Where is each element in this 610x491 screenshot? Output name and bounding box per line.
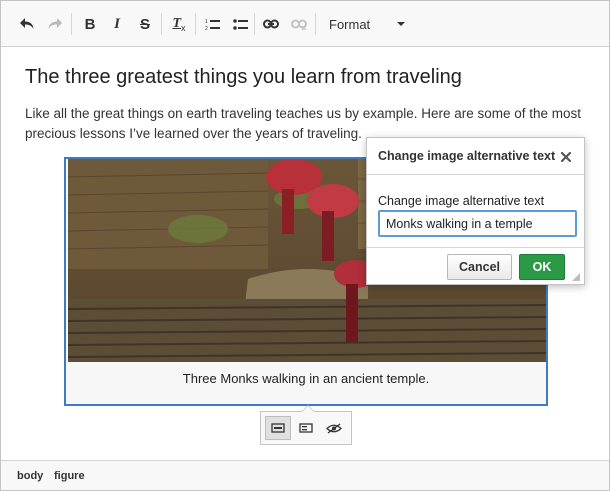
image-toolbar — [260, 405, 352, 445]
toolbar-separator — [254, 13, 255, 35]
toolbar-separator — [315, 13, 316, 35]
undo-icon[interactable] — [15, 11, 39, 37]
close-icon[interactable] — [560, 150, 574, 164]
chevron-down-icon — [397, 22, 405, 26]
italic-icon[interactable]: I — [105, 11, 129, 37]
dialog-title: Change image alternative text — [378, 149, 556, 163]
bold-icon[interactable]: B — [78, 11, 102, 37]
alt-text-icon[interactable] — [321, 416, 347, 440]
dialog-footer: Cancel OK — [367, 247, 584, 284]
redo-icon[interactable] — [43, 11, 67, 37]
element-path-bar: body figure — [1, 460, 609, 490]
alt-text-label: Change image alternative text — [378, 194, 545, 208]
editor: B I S Tx 12 Format The three greatest th… — [0, 0, 610, 491]
strike-icon[interactable]: S — [133, 11, 157, 37]
cancel-button[interactable]: Cancel — [447, 254, 512, 280]
resize-grip-icon[interactable] — [571, 269, 581, 281]
format-dropdown[interactable]: Format — [319, 11, 411, 37]
dialog-header: Change image alternative text — [367, 138, 584, 175]
article-heading: The three greatest things you learn from… — [25, 66, 462, 88]
toolbar-separator — [161, 13, 162, 35]
bulleted-list-icon[interactable] — [228, 11, 252, 37]
remove-format-x: x — [181, 23, 186, 33]
toolbar-separator — [71, 13, 72, 35]
svg-text:2: 2 — [205, 26, 208, 31]
toolbar-separator — [195, 13, 196, 35]
format-dropdown-label: Format — [329, 16, 371, 32]
path-item-body[interactable]: body — [17, 470, 43, 482]
link-icon[interactable] — [259, 11, 283, 37]
ok-button[interactable]: OK — [519, 254, 565, 280]
remove-format-icon[interactable]: Tx — [167, 11, 191, 37]
path-item-figure[interactable]: figure — [54, 470, 85, 482]
alt-text-dialog: Change image alternative text Change ima… — [366, 137, 585, 285]
figure-caption[interactable]: Three Monks walking in an ancient temple… — [66, 371, 546, 386]
alt-text-input[interactable] — [378, 210, 577, 237]
numbered-list-icon[interactable]: 12 — [200, 11, 224, 37]
remove-format-glyph: T — [172, 16, 182, 31]
full-width-image-icon[interactable] — [265, 416, 291, 440]
editor-toolbar: B I S Tx 12 Format — [1, 1, 609, 47]
side-image-icon[interactable] — [293, 416, 319, 440]
unlink-icon[interactable] — [287, 11, 311, 37]
svg-text:1: 1 — [205, 19, 208, 25]
